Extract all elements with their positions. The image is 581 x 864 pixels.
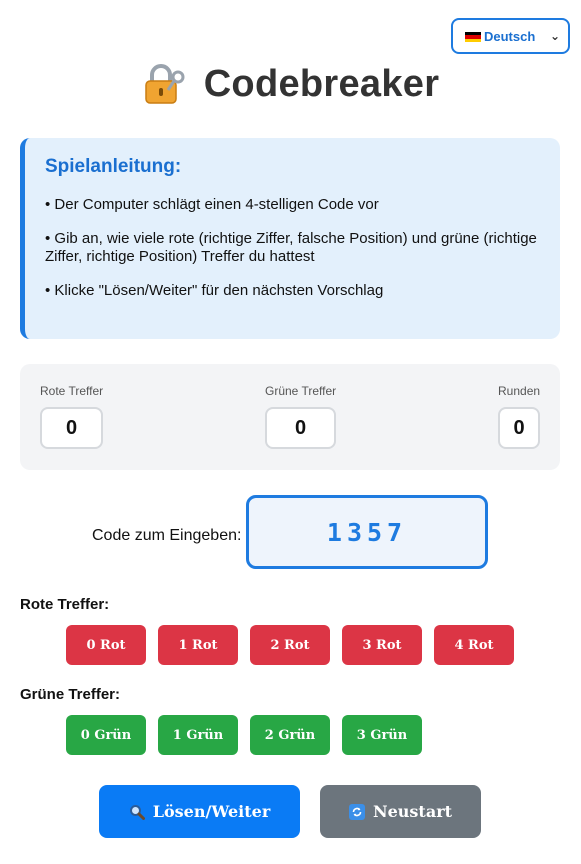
stat-rounds: Runden 0 [498, 384, 540, 449]
page-title: Codebreaker [203, 62, 440, 105]
page-header: Codebreaker [0, 62, 581, 106]
stat-green-label: Grüne Treffer [265, 384, 337, 398]
stat-green: Grüne Treffer 0 [265, 384, 336, 449]
magnifier-icon [129, 804, 145, 820]
green-2-button[interactable]: 2 Grün [250, 715, 330, 755]
language-select[interactable]: Deutsch ⌄ [451, 18, 570, 54]
instructions-panel: Spielanleitung: • Der Computer schlägt e… [20, 138, 560, 339]
language-select-value: Deutsch [484, 28, 536, 44]
restart-button[interactable]: Neustart [320, 785, 481, 838]
instruction-item: • Klicke "Lösen/Weiter" für den nächsten… [45, 282, 384, 299]
stat-rounds-value: 0 [498, 407, 540, 449]
stat-red: Rote Treffer 0 [40, 384, 103, 449]
red-buttons: 0 Rot 1 Rot 2 Rot 3 Rot 4 Rot [66, 625, 526, 665]
stats-panel: Rote Treffer 0 Grüne Treffer 0 Runden 0 [20, 364, 560, 470]
instructions-heading: Spielanleitung: [45, 156, 182, 177]
green-buttons: 0 Grün 1 Grün 2 Grün 3 Grün [66, 715, 434, 755]
green-0-button[interactable]: 0 Grün [66, 715, 146, 755]
lock-with-key-icon [142, 62, 186, 106]
instruction-item: • Der Computer schlägt einen 4-stelligen… [45, 196, 379, 213]
red-3-button[interactable]: 3 Rot [342, 625, 422, 665]
red-0-button[interactable]: 0 Rot [66, 625, 146, 665]
stat-green-value: 0 [265, 407, 336, 449]
solve-next-label: Lösen/Weiter [152, 802, 271, 821]
solve-next-button[interactable]: Lösen/Weiter [99, 785, 300, 838]
green-1-button[interactable]: 1 Grün [158, 715, 238, 755]
red-2-button[interactable]: 2 Rot [250, 625, 330, 665]
restart-label: Neustart [372, 802, 453, 821]
stat-rounds-label: Runden [498, 384, 541, 398]
refresh-icon [348, 803, 365, 820]
red-1-button[interactable]: 1 Rot [158, 625, 238, 665]
green-section-label: Grüne Treffer: [20, 686, 121, 703]
code-label: Code zum Eingeben: [92, 527, 242, 544]
red-4-button[interactable]: 4 Rot [434, 625, 514, 665]
instruction-item: • Gib an, wie viele rote (richtige Ziffe… [45, 230, 537, 265]
green-3-button[interactable]: 3 Grün [342, 715, 422, 755]
flag-de-icon [465, 31, 481, 43]
stat-red-label: Rote Treffer [40, 384, 104, 398]
chevron-down-icon: ⌄ [549, 29, 560, 43]
code-display: 1357 [246, 495, 488, 569]
stat-red-value: 0 [40, 407, 103, 449]
code-row: Code zum Eingeben: 1357 [0, 495, 581, 569]
red-section-label: Rote Treffer: [20, 596, 110, 613]
